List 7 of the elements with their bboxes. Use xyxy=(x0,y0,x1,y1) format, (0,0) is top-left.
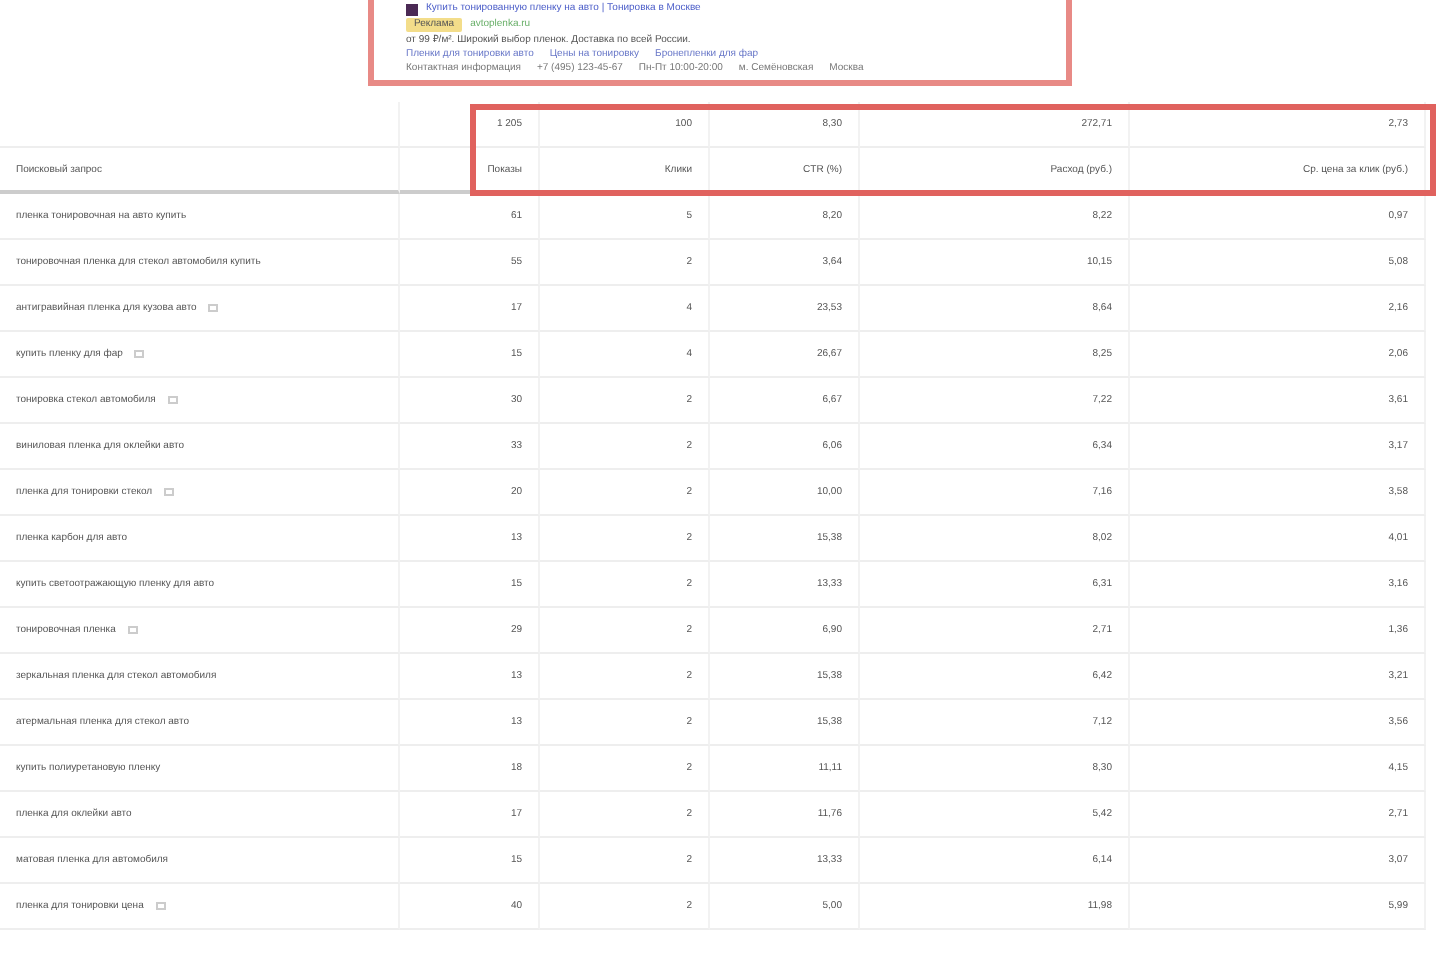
keyword-icon[interactable] xyxy=(164,488,175,496)
keyword-icon[interactable] xyxy=(208,304,219,312)
keyword-icon[interactable] xyxy=(127,626,138,634)
keyword-icon[interactable] xyxy=(155,902,166,910)
keyword-icon[interactable] xyxy=(167,396,178,404)
site-icon xyxy=(406,3,418,15)
keyword-icon[interactable] xyxy=(134,350,145,358)
